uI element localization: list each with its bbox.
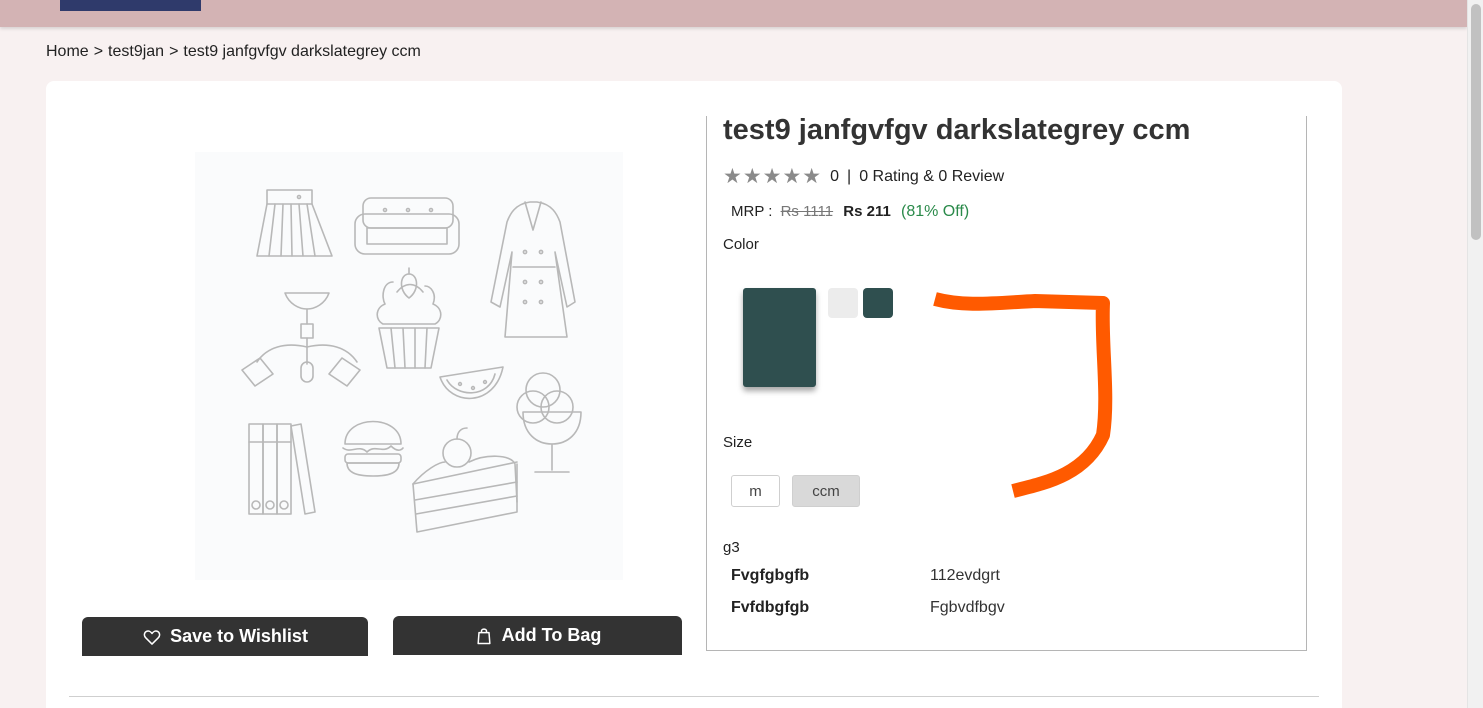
cupcake-illustration xyxy=(376,267,442,369)
breadcrumb-separator: > xyxy=(169,43,179,60)
product-title: test9 janfgvfgv darkslategrey ccm xyxy=(723,114,1191,146)
books-illustration xyxy=(248,423,316,515)
breadcrumb-current: test9 janfgvfgv darkslategrey ccm xyxy=(183,43,421,60)
add-to-bag-label: Add To Bag xyxy=(501,625,602,645)
rating-stars-icon: ★★★★★ xyxy=(723,165,823,188)
selling-price: Rs 211 xyxy=(843,203,891,220)
spec-key: Fvgfgbgfb xyxy=(731,567,810,584)
breadcrumb-category[interactable]: test9jan xyxy=(108,43,164,60)
size-option-m[interactable]: m xyxy=(731,475,780,507)
rating-divider: | xyxy=(847,167,852,185)
spec-value: 112evdgrt xyxy=(930,567,1000,584)
page-scrollbar[interactable] xyxy=(1467,0,1483,708)
save-to-wishlist-button[interactable]: Save to Wishlist xyxy=(82,617,368,656)
selected-color-preview xyxy=(743,288,816,387)
coat-illustration xyxy=(490,201,576,338)
icecream-illustration xyxy=(516,372,582,473)
mrp-original-price: Rs 1111 xyxy=(780,203,834,220)
rating-row: ★★★★★ 0 | 0 Rating & 0 Review xyxy=(723,164,1004,189)
spec-value: Fgbvdfbgv xyxy=(930,599,1005,616)
spec-group-title: g3 xyxy=(723,539,740,556)
burger-illustration xyxy=(342,420,404,477)
color-label: Color xyxy=(723,236,759,253)
logo-block[interactable] xyxy=(60,0,201,11)
breadcrumb: Home > test9jan > test9 janfgvfgv darkslateg… xyxy=(46,43,421,61)
size-option-ccm[interactable]: ccm xyxy=(792,475,860,507)
color-swatch-light[interactable] xyxy=(828,288,858,318)
wishlist-label: Save to Wishlist xyxy=(170,626,308,646)
scrollbar-thumb[interactable] xyxy=(1471,4,1481,240)
heart-icon xyxy=(143,629,161,645)
discount-badge: (81% Off) xyxy=(901,203,970,220)
breadcrumb-home[interactable]: Home xyxy=(46,43,89,60)
rating-review-count[interactable]: 0 Rating & 0 Review xyxy=(859,168,1004,186)
cake-illustration xyxy=(412,427,518,533)
rating-value: 0 xyxy=(830,167,840,185)
top-header-bar xyxy=(0,0,1467,27)
spec-key: Fvfdbgfgb xyxy=(731,599,810,616)
size-label: Size xyxy=(723,434,753,451)
lamp-illustration xyxy=(241,292,361,387)
sofa-illustration xyxy=(354,197,460,255)
breadcrumb-separator: > xyxy=(93,43,104,60)
color-swatch-darkslategrey[interactable] xyxy=(863,288,893,318)
section-divider xyxy=(69,696,1319,697)
shopping-bag-icon xyxy=(477,627,491,644)
add-to-bag-button[interactable]: Add To Bag xyxy=(393,616,682,655)
price-row: MRP : Rs 1111 Rs 211 (81% Off) xyxy=(731,203,969,221)
product-image xyxy=(195,152,623,580)
skirt-illustration xyxy=(256,189,333,257)
annotation-scribble xyxy=(933,292,1113,498)
mrp-label: MRP : xyxy=(731,203,773,220)
watermelon-illustration xyxy=(439,366,504,400)
